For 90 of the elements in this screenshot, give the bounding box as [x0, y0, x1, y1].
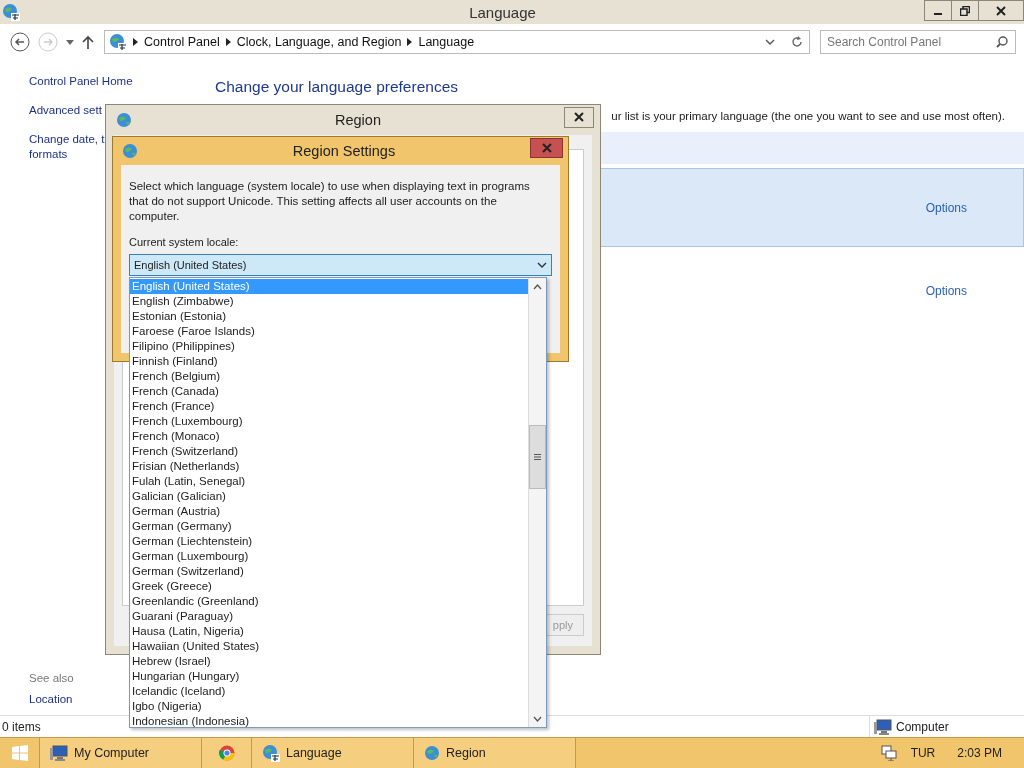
taskbar-button[interactable]: Language: [252, 738, 414, 768]
input-language[interactable]: TUR: [910, 746, 936, 760]
dropdown-option[interactable]: Galician (Galician): [130, 489, 528, 504]
minimize-button[interactable]: [924, 0, 952, 21]
clock[interactable]: 2:03 PM: [957, 746, 1002, 760]
close-icon: [574, 112, 584, 122]
dropdown-option[interactable]: German (Luxembourg): [130, 549, 528, 564]
dropdown-option[interactable]: Icelandic (Iceland): [130, 684, 528, 699]
chevron-down-icon: [765, 39, 775, 45]
dropdown-option[interactable]: Hungarian (Hungary): [130, 669, 528, 684]
globe-icon: [262, 744, 280, 762]
close-button[interactable]: [564, 106, 594, 128]
scroll-thumb[interactable]: [529, 425, 546, 489]
globe-icon: [424, 745, 440, 761]
search-field[interactable]: Search Control Panel: [820, 30, 1016, 54]
dropdown-option[interactable]: Fulah (Latin, Senegal): [130, 474, 528, 489]
address-field[interactable]: Control Panel Clock, Language, and Region Language: [104, 30, 810, 54]
close-button[interactable]: [978, 0, 1024, 21]
caret-icon: [66, 39, 74, 45]
breadcrumb[interactable]: Control Panel: [144, 35, 220, 49]
dropdown-option[interactable]: Indonesian (Indonesia): [130, 714, 528, 729]
dropdown-option[interactable]: French (Switzerland): [130, 444, 528, 459]
dropdown-option[interactable]: Hebrew (Israel): [130, 654, 528, 669]
up-arrow-icon: [82, 35, 94, 49]
computer-icon: [50, 745, 68, 761]
chevron-icon: [407, 38, 413, 46]
item-count: 0 items: [1, 719, 41, 734]
close-icon: [541, 143, 552, 153]
close-icon: [996, 5, 1006, 16]
dropdown-option[interactable]: Igbo (Nigeria): [130, 699, 528, 714]
taskbar-button[interactable]: [202, 738, 252, 768]
browser-icon: [218, 745, 235, 761]
dropdown-option[interactable]: Filipino (Philippines): [130, 339, 528, 354]
taskbar-button[interactable]: My Computer: [40, 738, 202, 768]
restore-button[interactable]: [951, 0, 979, 21]
computer-icon: [874, 718, 892, 735]
scrollbar[interactable]: [528, 278, 546, 727]
refresh-icon: [791, 36, 803, 48]
sidebar-link[interactable]: Location: [29, 692, 73, 707]
dropdown-option[interactable]: Greenlandic (Greenland): [130, 594, 528, 609]
page-heading: Change your language preferences: [215, 78, 459, 96]
dropdown-option[interactable]: German (Switzerland): [130, 564, 528, 579]
dropdown-option[interactable]: German (Germany): [130, 519, 528, 534]
dropdown-option[interactable]: English (Zimbabwe): [130, 294, 528, 309]
sidebar-link[interactable]: Advanced sett: [29, 103, 102, 118]
dropdown-option[interactable]: French (Monaco): [130, 429, 528, 444]
breadcrumb[interactable]: Language: [418, 35, 475, 49]
dropdown-option[interactable]: Finnish (Finland): [130, 354, 528, 369]
sidebar-link[interactable]: Control Panel Home: [29, 74, 133, 89]
minimize-icon: [934, 12, 942, 15]
zone-label: Computer: [896, 719, 949, 734]
locale-dropdown[interactable]: English (United States): [129, 254, 552, 276]
description-text: ur list is your primary language (the one you want to see and use most often).: [611, 110, 1005, 122]
chevron-icon: [225, 38, 231, 46]
dropdown-option[interactable]: French (Luxembourg): [130, 414, 528, 429]
network-icon: [880, 745, 897, 761]
dropdown-option[interactable]: German (Liechtenstein): [130, 534, 528, 549]
options-link[interactable]: Options: [925, 200, 967, 215]
dropdown-option[interactable]: Estonian (Estonia): [130, 309, 528, 324]
globe-icon: [122, 143, 138, 159]
taskbar-button[interactable]: Region: [414, 738, 576, 768]
scroll-up-icon: [533, 283, 542, 290]
dialog-title: Region: [334, 112, 382, 128]
dropdown-option[interactable]: Frisian (Netherlands): [130, 459, 528, 474]
dropdown-option[interactable]: French (Canada): [130, 384, 528, 399]
scroll-down-icon: [533, 715, 542, 722]
dialog-title: Region Settings: [291, 143, 397, 159]
back-button[interactable]: [8, 32, 32, 52]
options-link[interactable]: Options: [925, 283, 967, 298]
breadcrumb[interactable]: Clock, Language, and Region: [236, 35, 402, 49]
globe-icon: [2, 3, 20, 21]
up-button[interactable]: [80, 35, 96, 49]
dropdown-option[interactable]: German (Austria): [130, 504, 528, 519]
dropdown-option[interactable]: French (Belgium): [130, 369, 528, 384]
dropdown-option[interactable]: Faroese (Faroe Islands): [130, 324, 528, 339]
dropdown-option[interactable]: Greek (Greece): [130, 579, 528, 594]
windows-logo-icon: [11, 745, 28, 761]
globe-icon: [109, 33, 127, 51]
grip-icon: [534, 454, 541, 460]
see-also-label: See also: [29, 672, 74, 684]
sidebar-link[interactable]: Change date, t formats: [29, 132, 105, 162]
recent-dropdown[interactable]: [64, 39, 76, 45]
search-icon: [996, 36, 1008, 48]
dropdown-option[interactable]: French (France): [130, 399, 528, 414]
globe-icon: [116, 112, 132, 128]
restore-icon: [960, 5, 970, 16]
chevron-down-icon: [537, 262, 547, 268]
window-title: Language: [468, 3, 537, 21]
dropdown-option[interactable]: Hawaiian (United States): [130, 639, 528, 654]
chevron-icon: [133, 38, 138, 46]
